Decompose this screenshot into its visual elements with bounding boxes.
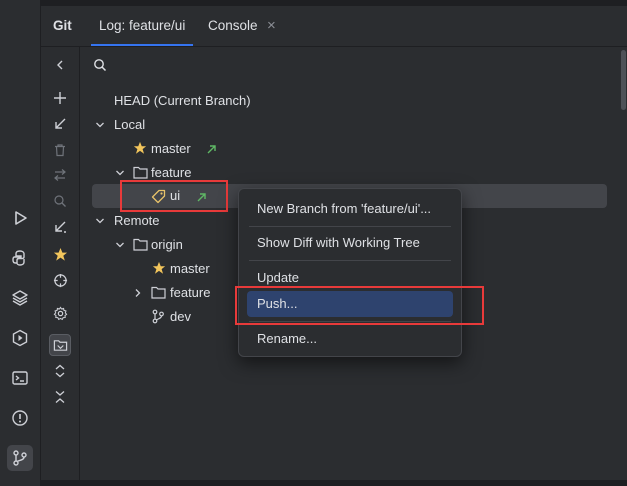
chevron-down-icon[interactable] [114, 233, 126, 257]
branches-toolbar [41, 47, 80, 486]
tree-folder-feature[interactable]: feature [151, 161, 191, 185]
star-icon [133, 141, 147, 158]
tool-window-title: Git [53, 18, 72, 33]
folder-icon [133, 238, 148, 254]
collapse-all-icon[interactable] [49, 386, 71, 408]
branch-search-field[interactable] [80, 47, 627, 83]
menu-separator [249, 260, 451, 261]
outgoing-arrow-icon [206, 143, 217, 158]
layers-icon[interactable] [7, 285, 33, 311]
compare-icon[interactable] [49, 164, 71, 186]
folder-icon [151, 286, 166, 302]
services-icon[interactable] [7, 325, 33, 351]
tree-item-origin-master[interactable]: master [170, 257, 210, 281]
tree-item-feature-ui[interactable]: ui [170, 184, 180, 208]
bottom-border [41, 480, 627, 486]
fetch-icon[interactable] [49, 216, 71, 238]
chevron-down-icon[interactable] [114, 161, 126, 185]
tree-item-origin-dev[interactable]: dev [170, 305, 191, 329]
search-icon [93, 58, 107, 75]
tree-folder-origin-feature[interactable]: feature [170, 281, 210, 305]
update-icon[interactable] [49, 113, 71, 135]
expand-icon[interactable] [49, 360, 71, 382]
tag-icon [151, 189, 166, 207]
close-icon[interactable]: × [267, 6, 276, 46]
scrollbar[interactable] [621, 50, 626, 110]
menu-item-update[interactable]: Update [247, 265, 453, 291]
collapse-icon[interactable] [49, 54, 71, 76]
add-icon[interactable] [49, 87, 71, 109]
menu-item-new-branch[interactable]: New Branch from 'feature/ui'... [247, 196, 453, 222]
menu-item-push[interactable]: Push... [247, 291, 453, 317]
chevron-right-icon[interactable] [132, 281, 144, 305]
tool-window-header: Git Log: feature/ui Console × [41, 6, 627, 47]
menu-separator [249, 321, 451, 322]
star-icon [152, 261, 166, 278]
outgoing-arrow-icon [196, 191, 207, 206]
delete-icon[interactable] [49, 139, 71, 161]
tree-item-head[interactable]: HEAD (Current Branch) [114, 89, 251, 113]
track-icon[interactable] [49, 269, 71, 291]
tree-item-local-master[interactable]: master [151, 137, 191, 161]
run-icon[interactable] [7, 205, 33, 231]
favorite-icon[interactable] [49, 243, 71, 265]
terminal-icon[interactable] [7, 365, 33, 391]
left-tool-strip [0, 0, 41, 486]
python-console-icon[interactable] [7, 245, 33, 271]
tree-folder-origin[interactable]: origin [151, 233, 183, 257]
tree-group-remote[interactable]: Remote [114, 209, 160, 233]
group-by-directory-icon[interactable] [49, 334, 71, 356]
tab-log[interactable]: Log: feature/ui [90, 6, 194, 46]
branch-icon [151, 309, 165, 327]
settings-icon[interactable] [49, 302, 71, 324]
menu-item-rename[interactable]: Rename... [247, 326, 453, 352]
context-menu: New Branch from 'feature/ui'... Show Dif… [238, 188, 462, 357]
menu-item-show-diff[interactable]: Show Diff with Working Tree [247, 230, 453, 256]
tree-group-local[interactable]: Local [114, 113, 145, 137]
chevron-down-icon[interactable] [94, 209, 106, 233]
chevron-down-icon[interactable] [94, 113, 106, 137]
problems-icon[interactable] [7, 405, 33, 431]
git-icon[interactable] [7, 445, 33, 471]
folder-icon [133, 166, 148, 182]
menu-separator [249, 226, 451, 227]
tab-console[interactable]: Console [208, 6, 258, 46]
search-icon[interactable] [49, 190, 71, 212]
